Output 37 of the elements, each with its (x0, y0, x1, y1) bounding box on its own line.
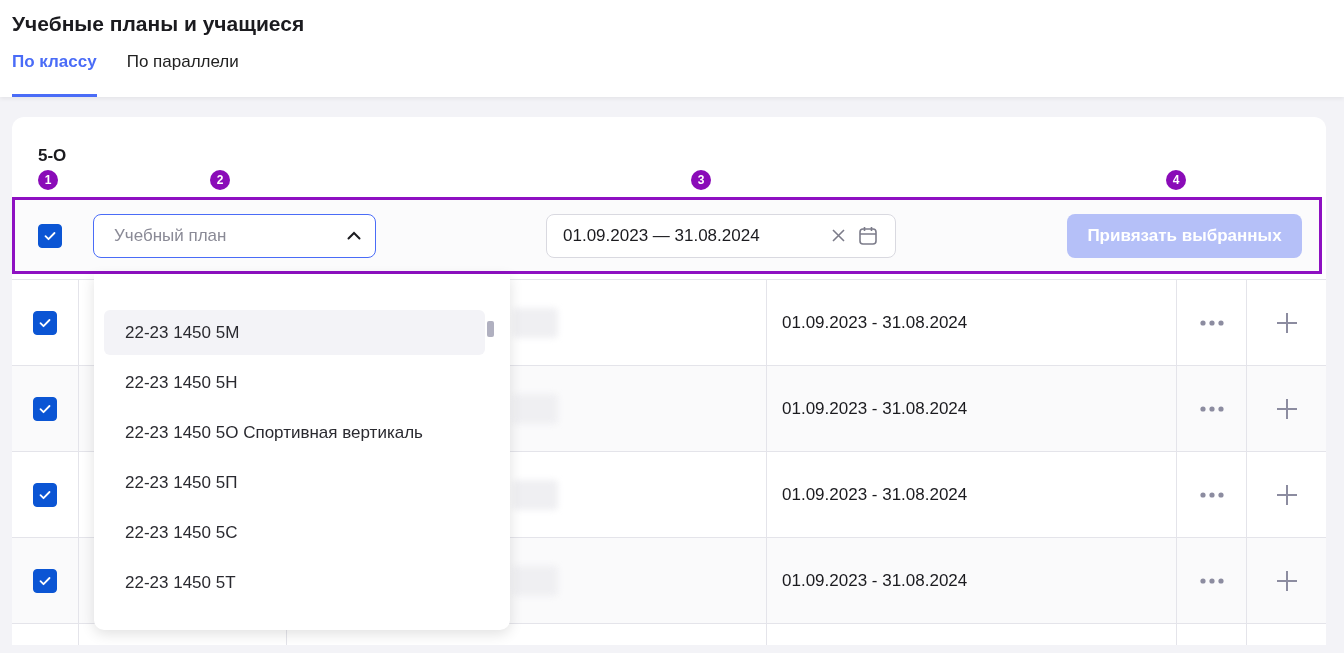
more-icon[interactable] (1199, 577, 1224, 584)
plan-option[interactable]: 22-23 1450 5Н (104, 360, 485, 405)
annotation-marker: 2 (210, 170, 230, 190)
chevron-icon (347, 231, 361, 240)
plan-option[interactable]: 22-23 1450 5П (104, 460, 485, 505)
period-text: 01.09.2023 - 31.08.2024 (782, 570, 968, 591)
calendar-icon[interactable] (859, 226, 877, 245)
plan-option[interactable]: 22-23 1450 5С (104, 510, 485, 555)
annotation-marker: 4 (1166, 170, 1186, 190)
checkbox[interactable] (33, 568, 57, 593)
checkbox[interactable] (33, 310, 57, 335)
more-icon[interactable] (1199, 405, 1224, 412)
annotation-marker: 3 (691, 170, 711, 190)
plan-option[interactable]: 22-23 1450 5О Спортивная вертикаль (104, 410, 485, 455)
plan-select[interactable]: Учебный план (93, 213, 376, 258)
plus-icon[interactable] (1276, 398, 1297, 419)
tab[interactable]: По классу (12, 50, 97, 97)
scrollbar-thumb[interactable] (487, 321, 494, 337)
date-range-field[interactable]: 01.09.2023 — 31.08.2024 (546, 213, 896, 258)
checkbox[interactable] (38, 223, 62, 248)
close-icon[interactable] (832, 229, 845, 242)
plus-icon[interactable] (1276, 484, 1297, 505)
page-title: Учебные планы и учащиеся (12, 11, 306, 37)
annotation-marker: 1 (38, 170, 58, 190)
tab[interactable]: По параллели (126, 50, 239, 97)
plus-icon[interactable] (1276, 312, 1297, 333)
more-icon[interactable] (1199, 491, 1224, 498)
checkbox[interactable] (33, 396, 57, 421)
checkbox[interactable] (33, 482, 57, 507)
plus-icon[interactable] (1276, 570, 1297, 591)
period-text: 01.09.2023 - 31.08.2024 (782, 484, 968, 505)
plan-option[interactable]: 22-23 1450 5М (104, 310, 485, 355)
class-label: 5-О (38, 146, 67, 166)
more-icon[interactable] (1199, 319, 1224, 326)
plan-option[interactable]: 22-23 1450 5Т (104, 560, 485, 605)
period-text: 01.09.2023 - 31.08.2024 (782, 312, 968, 333)
period-text: 01.09.2023 - 31.08.2024 (782, 398, 968, 419)
